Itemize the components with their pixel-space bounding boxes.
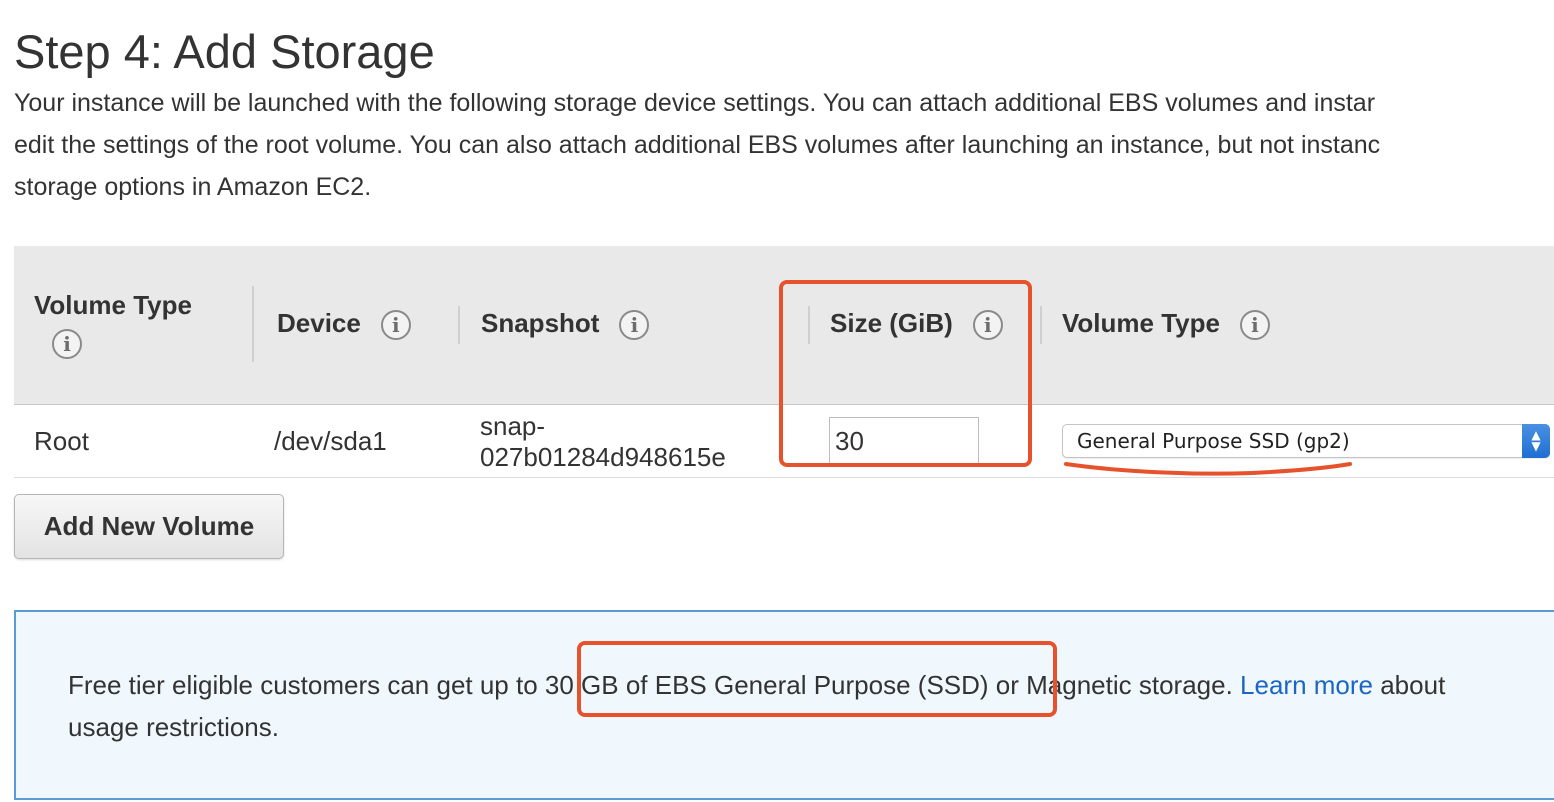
cell-snapshot: snap- 027b01284d948615e [480,411,726,473]
info-icon[interactable]: i [1239,310,1270,341]
cell-snapshot-line-2: 027b01284d948615e [480,442,726,472]
intro-line-1: Your instance will be launched with the … [14,89,1376,117]
header-snapshot-label: Snapshot [481,308,600,338]
intro-line-2: edit the settings of the root volume. Yo… [14,131,1381,159]
info-icon[interactable]: i [52,329,82,359]
header-volume-type-2-label: Volume Type [1062,308,1220,338]
header-snapshot: Snapshot i [481,308,650,341]
column-divider [252,286,254,362]
info-icon[interactable]: i [380,310,411,341]
header-volume-type-2: Volume Type i [1062,308,1270,341]
volume-type-select[interactable]: General Purpose SSD (gp2) ▲ ▼ [1062,424,1550,458]
intro-text: Your instance will be launched with the … [14,82,1554,208]
header-volume-type-label: Volume Type [34,290,192,320]
notice-highlight-box [577,641,1057,717]
notice-part-1: Free tier eligible customers can get up … [68,670,545,700]
header-device-label: Device [277,308,361,338]
header-volume-type: Volume Type i [34,290,192,359]
volume-type-underline-annotation [1064,462,1352,476]
notice-part-3: about [1373,670,1446,700]
page-title: Step 4: Add Storage [14,25,435,78]
info-icon[interactable]: i [619,310,650,341]
cell-device: /dev/sda1 [274,426,387,456]
size-column-highlight-box [779,280,1032,467]
add-new-volume-button[interactable]: Add New Volume [14,494,284,559]
volume-type-selected-value: General Purpose SSD (gp2) [1077,429,1350,453]
cell-volume-type: Root [34,426,89,456]
header-device: Device i [277,308,411,341]
column-divider [458,306,460,344]
learn-more-link[interactable]: Learn more [1240,670,1373,700]
intro-line-3: storage options in Amazon EC2. [14,173,372,201]
select-arrows-icon[interactable]: ▲ ▼ [1522,424,1550,458]
column-divider [1040,306,1042,344]
cell-snapshot-line-1: snap- [480,411,546,441]
